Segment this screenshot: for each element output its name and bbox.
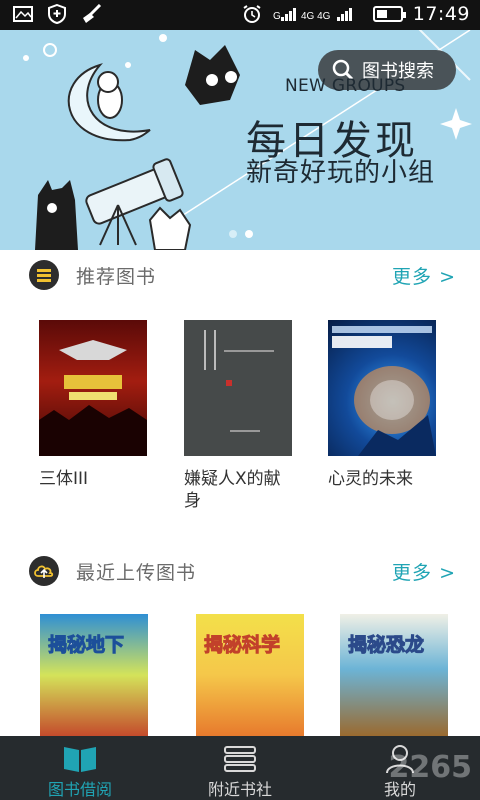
tab-nearby-clubs[interactable]: 附近书社: [160, 736, 320, 800]
tab-book-lending[interactable]: 图书借阅: [0, 736, 160, 800]
page-dot-active[interactable]: [245, 230, 253, 238]
page-dot[interactable]: [229, 230, 237, 238]
upload-cloud-icon: [29, 556, 59, 586]
alarm-icon: [243, 5, 261, 23]
book-cover[interactable]: [184, 320, 292, 456]
clock: 17:49: [412, 3, 470, 25]
page-indicator: [229, 230, 253, 238]
recommended-more-link[interactable]: 更多 >: [392, 262, 456, 289]
shield-icon: [48, 4, 66, 24]
books-icon: [29, 260, 59, 290]
banner-eyebrow: NEW GROUPS: [285, 76, 406, 96]
book-cover[interactable]: [39, 320, 147, 456]
bottom-nav: 图书借阅 附近书社 我的 2265: [0, 736, 480, 800]
section-title: 推荐图书: [76, 266, 157, 288]
book-stack-icon: [224, 746, 256, 772]
status-bar: G 4G 4G 17:49: [0, 0, 480, 30]
tab-label: 附近书社: [207, 780, 272, 799]
book-title: 心灵的未来: [328, 469, 413, 489]
battery-icon: [372, 6, 406, 22]
banner-subtitle: 新奇好玩的小组: [246, 158, 436, 188]
image-icon: [13, 6, 33, 22]
cover-title: 揭秘地下: [47, 634, 125, 657]
signal-icon: G 4G 4G: [273, 8, 352, 22]
book-card[interactable]: 揭秘地下: [40, 614, 148, 736]
recent-header: 最近上传图书 更多 >: [0, 546, 480, 596]
promo-banner[interactable]: 图书搜索 NEW GROUPS 每日发现 新奇好玩的小组: [0, 30, 480, 250]
cover-title: 揭秘恐龙: [347, 634, 425, 657]
book-card[interactable]: 揭秘科学: [196, 614, 304, 736]
broom-icon: [83, 4, 102, 23]
book-title: 三体III: [39, 469, 89, 489]
book-cover[interactable]: [328, 320, 436, 456]
book-cover[interactable]: 揭秘科学: [196, 614, 304, 736]
book-cover[interactable]: 揭秘地下: [40, 614, 148, 736]
book-cover[interactable]: 揭秘恐龙: [340, 614, 448, 736]
section-title: 最近上传图书: [76, 562, 197, 584]
network-label: 4G 4G: [301, 11, 331, 22]
book-title: 嫌疑人X的献身: [184, 469, 281, 511]
recommended-header: 推荐图书 更多 >: [0, 250, 480, 300]
svg-text:G: G: [273, 11, 281, 22]
open-book-icon: [64, 747, 96, 772]
cover-title: 揭秘科学: [203, 634, 281, 657]
book-card[interactable]: 揭秘恐龙: [340, 614, 448, 736]
book-card[interactable]: 心灵的未来: [328, 320, 436, 490]
book-card[interactable]: 嫌疑人X的献身: [184, 320, 292, 512]
watermark: 2265: [388, 750, 473, 785]
book-card[interactable]: 三体III: [39, 320, 147, 490]
tab-label: 图书借阅: [47, 780, 112, 799]
recent-more-link[interactable]: 更多 >: [392, 558, 456, 585]
